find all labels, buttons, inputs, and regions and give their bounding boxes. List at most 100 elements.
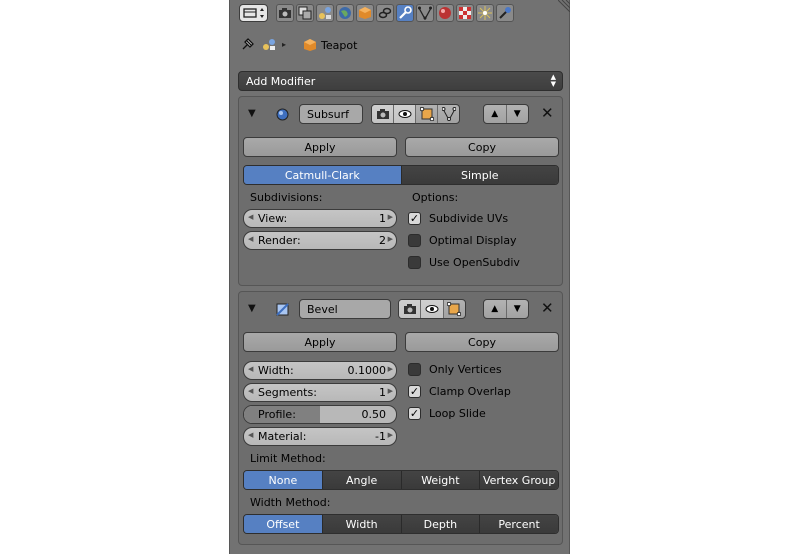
data-icon[interactable] xyxy=(416,4,434,22)
bevel-width-value: 0.1000 xyxy=(347,364,387,377)
increment-arrow-icon[interactable]: ▶ xyxy=(388,235,393,243)
decrement-arrow-icon[interactable]: ◀ xyxy=(248,235,253,243)
particles-icon[interactable] xyxy=(476,4,494,22)
breadcrumb-arrow-icon: ▸ xyxy=(282,40,287,49)
modifiers-icon[interactable] xyxy=(396,4,414,22)
pin-icon[interactable] xyxy=(239,37,255,53)
bevel-name-field[interactable]: Bevel xyxy=(299,299,391,319)
collapse-arrow-icon[interactable]: ▼ xyxy=(248,108,256,119)
cage-icon[interactable] xyxy=(438,105,459,123)
area-corner-grip[interactable] xyxy=(558,0,570,12)
width-method-label: Width Method: xyxy=(250,496,331,509)
move-down-icon[interactable]: ▼ xyxy=(507,300,529,318)
increment-arrow-icon[interactable]: ▶ xyxy=(388,213,393,221)
only-vertices-checkbox[interactable] xyxy=(408,363,421,376)
catmull-clark-option[interactable]: Catmull-Clark xyxy=(244,166,402,184)
decrement-arrow-icon[interactable]: ◀ xyxy=(248,387,253,395)
edit-mode-icon[interactable] xyxy=(444,300,465,318)
bevel-segments-field[interactable]: ◀ Segments: 1 ▶ xyxy=(243,383,397,402)
bevel-material-label: Material: xyxy=(258,430,307,443)
bevel-profile-label: Profile: xyxy=(258,408,296,421)
bevel-material-value: -1 xyxy=(375,430,386,443)
bevel-remove-icon[interactable]: ✕ xyxy=(541,299,554,317)
bevel-move-buttons: ▲ ▼ xyxy=(483,299,529,319)
physics-icon[interactable] xyxy=(496,4,514,22)
limit-vertex-group-option[interactable]: Vertex Group xyxy=(480,471,558,489)
material-icon[interactable] xyxy=(436,4,454,22)
bevel-apply-button[interactable]: Apply xyxy=(243,332,397,352)
render-icon[interactable] xyxy=(276,4,294,22)
scene-icon[interactable] xyxy=(316,4,334,22)
render-levels-label: Render: xyxy=(258,234,301,247)
decrement-arrow-icon[interactable]: ◀ xyxy=(248,213,253,221)
subdivision-type-selector: Catmull-Clark Simple xyxy=(243,165,559,185)
render-toggle-icon[interactable] xyxy=(372,105,394,123)
bevel-segments-label: Segments: xyxy=(258,386,317,399)
width-method-selector: Offset Width Depth Percent xyxy=(243,514,559,534)
bevel-width-field[interactable]: ◀ Width: 0.1000 ▶ xyxy=(243,361,397,380)
subsurf-visibility-toggles xyxy=(371,104,460,124)
subsurf-apply-button[interactable]: Apply xyxy=(243,137,397,157)
render-toggle-icon[interactable] xyxy=(399,300,422,318)
bevel-modifier-icon xyxy=(276,303,289,316)
use-opensubdiv-label: Use OpenSubdiv xyxy=(429,256,520,269)
decrement-arrow-icon[interactable]: ◀ xyxy=(248,431,253,439)
properties-panel: ▸ Teapot Add Modifier ▲ ▼ ▼ Subsurf ▲ ▼ ✕… xyxy=(229,0,570,554)
add-modifier-label: Add Modifier xyxy=(246,74,316,88)
optimal-display-checkbox[interactable] xyxy=(408,234,421,247)
render-layers-icon[interactable] xyxy=(296,4,314,22)
bevel-segments-value: 1 xyxy=(379,386,386,399)
object-icon[interactable] xyxy=(356,4,374,22)
eye-icon[interactable] xyxy=(421,300,444,318)
subsurf-name-field[interactable]: Subsurf xyxy=(299,104,363,124)
bevel-copy-button[interactable]: Copy xyxy=(405,332,559,352)
view-levels-value: 1 xyxy=(379,212,386,225)
collapse-arrow-icon[interactable]: ▼ xyxy=(248,303,256,314)
object-name: Teapot xyxy=(321,39,358,52)
width-percent-option[interactable]: Percent xyxy=(480,515,558,533)
increment-arrow-icon[interactable]: ▶ xyxy=(388,387,393,395)
view-levels-field[interactable]: ◀ View: 1 ▶ xyxy=(243,209,397,228)
limit-none-option[interactable]: None xyxy=(244,471,323,489)
width-width-option[interactable]: Width xyxy=(322,515,402,533)
limit-angle-option[interactable]: Angle xyxy=(322,471,402,489)
increment-arrow-icon[interactable]: ▶ xyxy=(388,365,393,373)
increment-arrow-icon[interactable]: ▶ xyxy=(388,431,393,439)
bevel-visibility-toggles xyxy=(398,299,466,319)
bevel-profile-value: 0.50 xyxy=(361,408,387,421)
limit-method-selector: None Angle Weight Vertex Group xyxy=(243,470,559,490)
move-up-icon[interactable]: ▲ xyxy=(484,105,507,123)
edit-mode-icon[interactable] xyxy=(416,105,438,123)
render-levels-field[interactable]: ◀ Render: 2 ▶ xyxy=(243,231,397,250)
subsurf-move-buttons: ▲ ▼ xyxy=(483,104,529,124)
use-opensubdiv-checkbox[interactable] xyxy=(408,256,421,269)
subdivide-uvs-checkbox[interactable]: ✓ xyxy=(408,212,421,225)
loop-slide-label: Loop Slide xyxy=(429,407,486,420)
eye-icon[interactable] xyxy=(394,105,416,123)
loop-slide-checkbox[interactable]: ✓ xyxy=(408,407,421,420)
width-offset-option[interactable]: Offset xyxy=(244,515,323,533)
options-label: Options: xyxy=(412,191,459,204)
subsurf-copy-button[interactable]: Copy xyxy=(405,137,559,157)
dropdown-arrows-icon: ▲ ▼ xyxy=(550,73,556,88)
world-icon[interactable] xyxy=(336,4,354,22)
bevel-profile-slider[interactable]: Profile: 0.50 xyxy=(243,405,397,424)
bevel-material-field[interactable]: ◀ Material: -1 ▶ xyxy=(243,427,397,446)
limit-method-label: Limit Method: xyxy=(250,452,326,465)
move-down-icon[interactable]: ▼ xyxy=(507,105,529,123)
texture-icon[interactable] xyxy=(456,4,474,22)
subsurf-modifier-icon xyxy=(276,108,289,121)
limit-weight-option[interactable]: Weight xyxy=(401,471,481,489)
add-modifier-dropdown[interactable]: Add Modifier ▲ ▼ xyxy=(238,71,563,91)
constraints-icon[interactable] xyxy=(376,4,394,22)
width-depth-option[interactable]: Depth xyxy=(401,515,481,533)
simple-option[interactable]: Simple xyxy=(401,166,558,184)
clamp-overlap-checkbox[interactable]: ✓ xyxy=(408,385,421,398)
subsurf-remove-icon[interactable]: ✕ xyxy=(541,104,554,122)
move-up-icon[interactable]: ▲ xyxy=(484,300,507,318)
bevel-width-label: Width: xyxy=(258,364,294,377)
decrement-arrow-icon[interactable]: ◀ xyxy=(248,365,253,373)
scene-context-icon xyxy=(263,39,275,50)
editor-type-selector[interactable] xyxy=(239,4,268,22)
clamp-overlap-label: Clamp Overlap xyxy=(429,385,511,398)
